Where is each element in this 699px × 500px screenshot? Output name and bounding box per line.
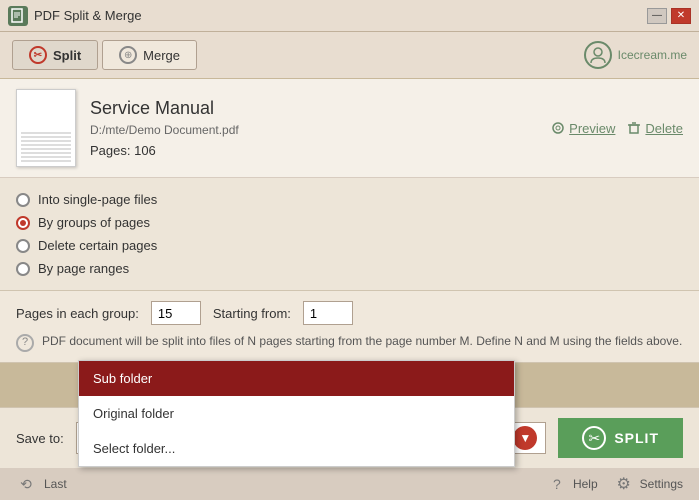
thumbnail-line: [21, 152, 71, 154]
file-info: Service Manual D:/mte/Demo Document.pdf …: [0, 79, 699, 178]
radio-option-ranges[interactable]: By page ranges: [16, 257, 683, 280]
status-left: ⟲ Last: [16, 474, 67, 494]
split-button[interactable]: ✂ SPLIT: [558, 418, 683, 458]
action-bar: ✂ Split ⊕ Merge Icecream.me: [0, 32, 699, 79]
thumbnail-line: [21, 148, 71, 150]
title-bar: PDF Split & Merge — ✕: [0, 0, 699, 32]
dropdown-item-original[interactable]: Original folder: [79, 396, 514, 431]
radio-option-groups[interactable]: By groups of pages: [16, 211, 683, 234]
thumbnail-line: [21, 160, 71, 162]
thumbnail-line: [21, 156, 71, 158]
info-description: PDF document will be split into files of…: [42, 333, 682, 350]
split-btn-label: SPLIT: [614, 430, 659, 446]
radio-ranges-label: By page ranges: [38, 261, 129, 276]
split-btn-icon: ✂: [582, 426, 606, 450]
radio-groups-label: By groups of pages: [38, 215, 150, 230]
groups-row: Pages in each group: Starting from:: [16, 301, 683, 325]
radio-groups: [16, 216, 30, 230]
dropdown-menu: Sub folder Original folder Select folder…: [78, 360, 515, 467]
split-tab[interactable]: ✂ Split: [12, 40, 98, 70]
dropdown-item-original-label: Original folder: [93, 406, 174, 421]
radio-option-delete[interactable]: Delete certain pages: [16, 234, 683, 257]
dropdown-item-select[interactable]: Select folder...: [79, 431, 514, 466]
split-tab-label: Split: [53, 48, 81, 63]
user-badge: Icecream.me: [584, 41, 687, 69]
dropdown-item-select-label: Select folder...: [93, 441, 175, 456]
file-path: D:/mte/Demo Document.pdf: [90, 123, 537, 137]
save-to-label: Save to:: [16, 431, 64, 446]
radio-option-single[interactable]: Into single-page files: [16, 188, 683, 211]
split-options: Into single-page files By groups of page…: [0, 178, 699, 291]
delete-icon: [627, 121, 641, 135]
radio-ranges: [16, 262, 30, 276]
close-button[interactable]: ✕: [671, 8, 691, 24]
thumbnail-line: [21, 132, 71, 134]
radio-single-label: Into single-page files: [38, 192, 157, 207]
pages-in-group-label: Pages in each group:: [16, 306, 139, 321]
title-bar-controls: — ✕: [647, 8, 691, 24]
settings-label: Settings: [640, 477, 683, 491]
dropdown-item-subfolder[interactable]: Sub folder: [79, 361, 514, 396]
pages-in-group-input[interactable]: [151, 301, 201, 325]
starting-from-label: Starting from:: [213, 306, 291, 321]
file-actions: Preview Delete: [551, 121, 683, 136]
radio-groups-dot: [20, 220, 26, 226]
groups-settings: Pages in each group: Starting from: ? PD…: [0, 291, 699, 363]
merge-tab[interactable]: ⊕ Merge: [102, 40, 197, 70]
tab-group: ✂ Split ⊕ Merge: [12, 40, 197, 70]
status-right: ? Help ⚙ Settings: [547, 474, 683, 494]
thumbnail-lines: [21, 132, 71, 162]
dropdown-item-subfolder-label: Sub folder: [93, 371, 152, 386]
thumbnail-line: [21, 136, 71, 138]
merge-tab-label: Merge: [143, 48, 180, 63]
user-icon: [584, 41, 612, 69]
info-icon: ?: [16, 334, 34, 352]
preview-icon: [551, 121, 565, 135]
help-icon: ?: [547, 474, 567, 494]
dropdown-arrow-icon: ▼: [513, 426, 537, 450]
split-icon: ✂: [29, 46, 47, 64]
help-label: Help: [573, 477, 598, 491]
gear-icon: ⚙: [614, 474, 634, 494]
settings-item[interactable]: ⚙ Settings: [614, 474, 683, 494]
minimize-button[interactable]: —: [647, 8, 667, 24]
user-label: Icecream.me: [618, 48, 687, 62]
thumbnail-line: [21, 144, 71, 146]
title-bar-left: PDF Split & Merge: [8, 6, 142, 26]
radio-single: [16, 193, 30, 207]
info-text: ? PDF document will be split into files …: [16, 333, 683, 352]
window-title: PDF Split & Merge: [34, 8, 142, 23]
starting-from-input[interactable]: [303, 301, 353, 325]
help-item[interactable]: ? Help: [547, 474, 598, 494]
status-bar: ⟲ Last ? Help ⚙ Settings: [0, 468, 699, 500]
radio-delete-label: Delete certain pages: [38, 238, 157, 253]
delete-link[interactable]: Delete: [627, 121, 683, 136]
preview-link[interactable]: Preview: [551, 121, 615, 136]
file-thumbnail: [16, 89, 76, 167]
merge-icon: ⊕: [119, 46, 137, 64]
file-details: Service Manual D:/mte/Demo Document.pdf …: [90, 98, 537, 158]
last-icon: ⟲: [16, 474, 36, 494]
file-pages: Pages: 106: [90, 143, 537, 158]
thumbnail-line: [21, 140, 71, 142]
file-title: Service Manual: [90, 98, 537, 119]
radio-delete: [16, 239, 30, 253]
app-icon: [8, 6, 28, 26]
last-label: Last: [44, 477, 67, 491]
